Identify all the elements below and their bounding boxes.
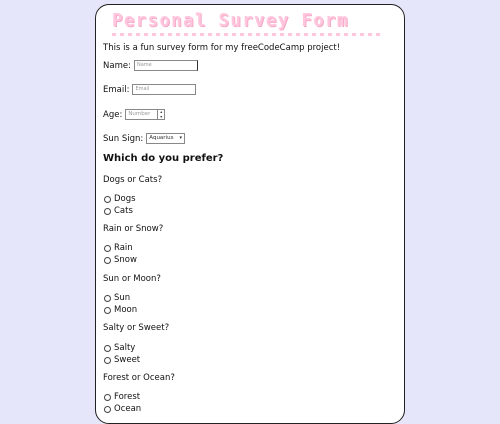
option-label: Forest (114, 392, 141, 402)
radio-button[interactable] (104, 207, 111, 215)
intro-text: This is a fun survey form for my freeCod… (103, 43, 341, 53)
sun-sign-field-row: Sun Sign: Aquarius ▾ (103, 133, 185, 144)
question-dogs-cats: Dogs or Cats? (103, 175, 163, 185)
option-label: Sweet (114, 355, 141, 365)
sun-sign-selected: Aquarius (149, 135, 174, 141)
question-rain-snow: Rain or Snow? (103, 224, 164, 234)
chevron-down-icon: ▾ (179, 135, 182, 141)
option-label: Cats (114, 206, 133, 216)
radio-button[interactable] (104, 405, 111, 413)
option-snow[interactable]: Snow (104, 255, 137, 265)
age-label: Age: (103, 109, 123, 120)
question-salty-sweet: Salty or Sweet? (103, 323, 170, 333)
radio-button[interactable] (104, 356, 111, 364)
name-label: Name: (103, 60, 131, 71)
option-dogs[interactable]: Dogs (104, 194, 136, 204)
email-input[interactable]: Email (132, 84, 197, 95)
prefer-heading: Which do you prefer? (103, 153, 224, 164)
option-forest[interactable]: Forest (104, 392, 140, 402)
radio-button[interactable] (104, 195, 111, 203)
option-salty[interactable]: Salty (104, 343, 135, 353)
option-label: Salty (114, 343, 136, 353)
radio-button[interactable] (104, 306, 111, 314)
option-moon[interactable]: Moon (104, 305, 137, 315)
option-cats[interactable]: Cats (104, 206, 133, 216)
email-field-row: Email: Email (103, 84, 197, 95)
option-label: Snow (114, 255, 137, 265)
option-label: Rain (114, 243, 133, 253)
option-label: Sun (114, 293, 131, 303)
option-rain[interactable]: Rain (104, 243, 133, 253)
age-spinner-icon[interactable]: ▴ ▾ (157, 109, 164, 119)
survey-card: Personal Survey Form This is a fun surve… (95, 4, 405, 424)
age-number-input[interactable]: Number ▴ ▾ (125, 109, 166, 120)
name-input[interactable]: Name (133, 60, 198, 71)
radio-button[interactable] (104, 393, 111, 401)
question-sun-moon: Sun or Moon? (103, 274, 161, 284)
page-title: Personal Survey Form (112, 11, 349, 31)
option-ocean[interactable]: Ocean (104, 404, 141, 414)
sun-sign-select[interactable]: Aquarius ▾ (146, 133, 185, 144)
radio-button[interactable] (104, 344, 111, 352)
age-field-row: Age: Number ▴ ▾ (103, 109, 166, 120)
radio-button[interactable] (104, 244, 111, 252)
title-underline-decoration (112, 33, 382, 36)
question-forest-ocean: Forest or Ocean? (103, 373, 175, 383)
option-label: Ocean (114, 404, 142, 414)
option-label: Dogs (114, 194, 136, 204)
age-placeholder: Number (128, 111, 151, 117)
option-label: Moon (114, 305, 138, 315)
sun-sign-label: Sun Sign: (103, 133, 144, 144)
radio-button[interactable] (104, 256, 111, 264)
option-sweet[interactable]: Sweet (104, 355, 140, 365)
name-field-row: Name: Name (103, 60, 198, 71)
radio-button[interactable] (104, 294, 111, 302)
option-sun[interactable]: Sun (104, 293, 130, 303)
email-label: Email: (103, 84, 130, 95)
